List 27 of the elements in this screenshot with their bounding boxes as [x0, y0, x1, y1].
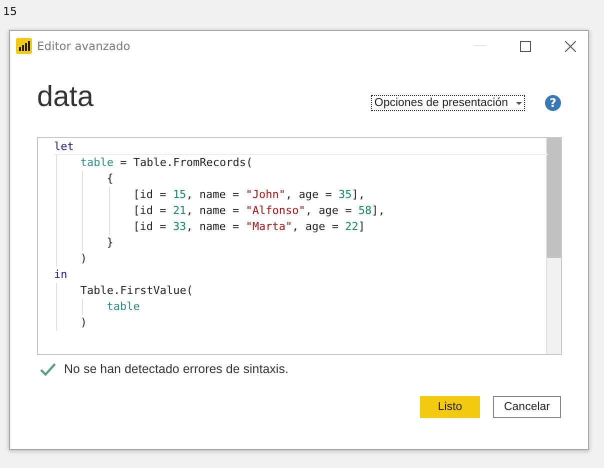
code-editor[interactable]: let table = Table.FromRecords( { [id = 15, name = "John", age = 35], [id = 21, name = "Alfonso", age = 58], [id = 33, name = "Marta", age = 22] } ) in Table.FirstValue( table ): [37, 137, 562, 355]
close-icon[interactable]: [565, 40, 576, 52]
code-line: in: [54, 267, 68, 283]
code-line: ): [54, 251, 546, 267]
syntax-status-text: No se han detectado errores de sintaxis.: [64, 362, 288, 376]
code-line: table: [54, 299, 546, 315]
code-line: let: [54, 139, 548, 155]
code-line: table = Table.FromRecords(: [54, 155, 546, 171]
page-number: 15: [2, 4, 18, 18]
code-line: ): [54, 315, 546, 331]
bar-chart-icon: [16, 38, 32, 54]
scrollbar[interactable]: [546, 138, 561, 354]
help-icon[interactable]: ?: [545, 95, 561, 111]
scrollbar-thumb[interactable]: [547, 138, 561, 258]
code-line: [id = 33, name = "Marta", age = 22]: [54, 219, 546, 235]
code-line: }: [54, 235, 546, 251]
done-button[interactable]: Listo: [420, 396, 480, 418]
code-line: {: [54, 171, 546, 187]
display-options-dropdown[interactable]: Opciones de presentación: [371, 95, 525, 111]
cancel-button[interactable]: Cancelar: [492, 396, 561, 418]
maximize-icon[interactable]: [520, 40, 531, 52]
code-line: [id = 21, name = "Alfonso", age = 58],: [54, 203, 546, 219]
code-line: Table.FirstValue(: [54, 283, 546, 299]
code-line: [id = 15, name = "John", age = 35],: [54, 187, 546, 203]
query-name: data: [37, 80, 94, 114]
caret-icon: [516, 102, 522, 104]
window-title: Editor avanzado: [37, 39, 130, 53]
